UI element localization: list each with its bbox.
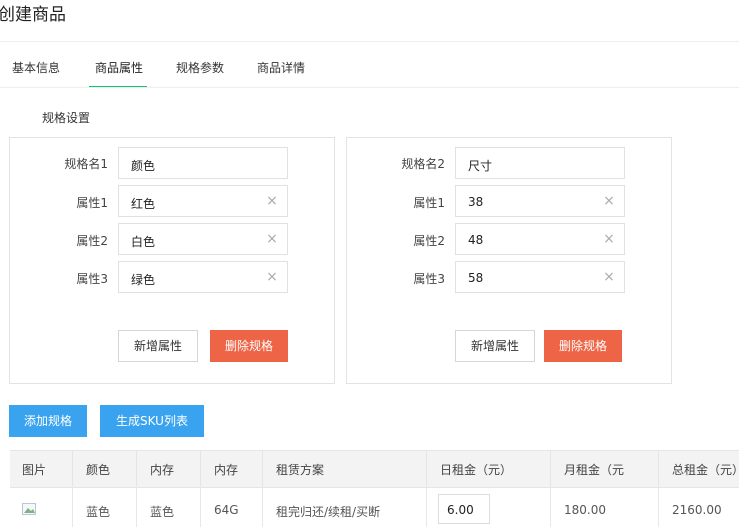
column-header: 图片 xyxy=(22,463,47,477)
attribute-input[interactable]: 白色 × xyxy=(118,223,288,255)
attribute-value: 白色 xyxy=(131,235,156,249)
attribute-input[interactable]: 绿色 × xyxy=(118,261,288,293)
page-title: 创建商品 xyxy=(0,5,66,25)
delete-spec-button[interactable]: 删除规格 xyxy=(210,330,288,362)
attribute-value: 38 xyxy=(468,195,484,209)
column-divider xyxy=(72,451,73,487)
add-attribute-button[interactable]: 新增属性 xyxy=(455,330,535,362)
attribute-value: 48 xyxy=(468,233,484,247)
column-divider xyxy=(200,451,201,487)
clear-icon[interactable]: × xyxy=(265,194,279,208)
column-divider xyxy=(200,487,201,527)
tab-basic-info[interactable]: 基本信息 xyxy=(12,59,60,76)
title-divider xyxy=(0,41,739,42)
table-header: 图片 颜色 内存 内存 租赁方案 日租金（元） 月租金（元 总租金（元） xyxy=(10,450,739,488)
column-divider xyxy=(262,451,263,487)
tab-product-details[interactable]: 商品详情 xyxy=(257,59,305,76)
spec-name-label: 规格名2 xyxy=(401,157,445,171)
clear-icon[interactable]: × xyxy=(602,194,616,208)
daily-rent-value: 6.00 xyxy=(447,503,474,517)
column-header: 租赁方案 xyxy=(276,463,325,477)
column-header: 月租金（元 xyxy=(564,463,625,477)
spec-name-label: 规格名1 xyxy=(64,157,108,171)
column-divider xyxy=(262,487,263,527)
section-title: 规格设置 xyxy=(42,111,91,125)
column-header: 颜色 xyxy=(86,463,111,477)
add-attribute-button[interactable]: 新增属性 xyxy=(118,330,198,362)
tab-spec-params[interactable]: 规格参数 xyxy=(176,59,224,76)
spec-name-value: 尺寸 xyxy=(468,159,493,173)
column-divider xyxy=(72,487,73,527)
column-divider xyxy=(658,487,659,527)
attribute-value: 绿色 xyxy=(131,273,156,287)
spec-name-input[interactable]: 尺寸 xyxy=(455,147,625,179)
clear-icon[interactable]: × xyxy=(602,232,616,246)
column-header: 内存 xyxy=(214,463,239,477)
attribute-input[interactable]: 38 × xyxy=(455,185,625,217)
delete-spec-button[interactable]: 删除规格 xyxy=(544,330,622,362)
cell-memory: 蓝色 xyxy=(150,505,175,519)
column-divider xyxy=(136,487,137,527)
column-divider xyxy=(550,451,551,487)
attribute-input[interactable]: 红色 × xyxy=(118,185,288,217)
column-header: 总租金（元） xyxy=(672,463,739,477)
column-divider xyxy=(550,487,551,527)
attribute-label: 属性1 xyxy=(413,196,445,210)
daily-rent-input[interactable]: 6.00 xyxy=(438,494,490,524)
attribute-input[interactable]: 48 × xyxy=(455,223,625,255)
clear-icon[interactable]: × xyxy=(265,232,279,246)
column-divider xyxy=(658,451,659,487)
generate-sku-button[interactable]: 生成SKU列表 xyxy=(100,405,204,437)
add-spec-button[interactable]: 添加规格 xyxy=(9,405,87,437)
column-divider xyxy=(426,451,427,487)
clear-icon[interactable]: × xyxy=(265,270,279,284)
broken-image-icon xyxy=(22,503,36,515)
spec-group-1: 规格名1 颜色 属性1 红色 × 属性2 白色 × 属性3 绿色 × 新增属性 … xyxy=(9,137,335,384)
tab-divider xyxy=(0,87,739,88)
column-divider xyxy=(426,487,427,527)
attribute-label: 属性1 xyxy=(76,196,108,210)
attribute-input[interactable]: 58 × xyxy=(455,261,625,293)
clear-icon[interactable]: × xyxy=(602,270,616,284)
cell-rental-plan: 租完归还/续租/买断 xyxy=(276,505,381,519)
attribute-value: 58 xyxy=(468,271,484,285)
column-header: 日租金（元） xyxy=(440,463,513,477)
column-header: 内存 xyxy=(150,463,175,477)
attribute-label: 属性3 xyxy=(76,272,108,286)
attribute-label: 属性3 xyxy=(413,272,445,286)
cell-memory: 64G xyxy=(214,503,239,517)
attribute-label: 属性2 xyxy=(76,234,108,248)
cell-total-rent: 2160.00 xyxy=(672,503,722,517)
spec-name-value: 颜色 xyxy=(131,159,156,173)
spec-name-input[interactable]: 颜色 xyxy=(118,147,288,179)
cell-monthly-rent: 180.00 xyxy=(564,503,606,517)
column-divider xyxy=(136,451,137,487)
table-row: 蓝色 蓝色 64G 租完归还/续租/买断 6.00 180.00 2160.00 xyxy=(10,487,739,527)
tab-product-attributes[interactable]: 商品属性 xyxy=(95,59,143,76)
attribute-value: 红色 xyxy=(131,197,156,211)
attribute-label: 属性2 xyxy=(413,234,445,248)
spec-group-2: 规格名2 尺寸 属性1 38 × 属性2 48 × 属性3 58 × 新增属性 … xyxy=(346,137,672,384)
cell-color: 蓝色 xyxy=(86,505,111,519)
